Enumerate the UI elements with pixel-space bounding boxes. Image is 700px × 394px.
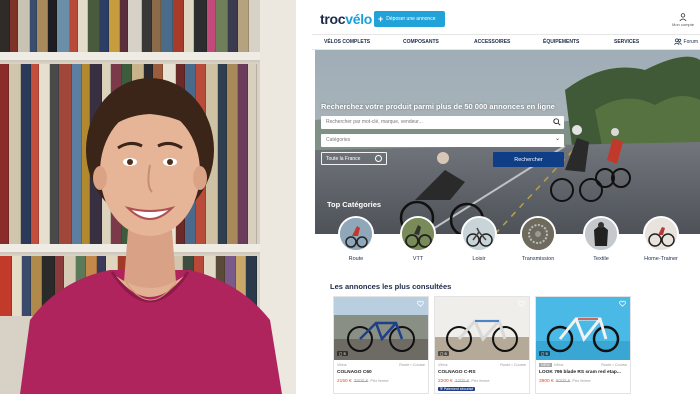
most-viewed-title: Les annonces les plus consultées	[330, 282, 452, 291]
location-target-icon	[375, 155, 382, 162]
category-image	[520, 216, 556, 252]
plus-icon: +	[378, 13, 384, 24]
site-logo[interactable]: trocvélo	[320, 11, 372, 27]
chevron-down-icon: ⌄	[554, 136, 560, 142]
heart-icon[interactable]	[619, 300, 626, 307]
photo-count-badge: ◻ 6	[438, 351, 449, 356]
listing-card[interactable]: ◻ 5 NEW Vélos Route • Course LOOK 795 bla…	[535, 296, 631, 394]
category-textile[interactable]: Textile	[580, 216, 622, 262]
website-screenshot: trocvélo + Déposer une annonce Mon compt…	[312, 0, 700, 394]
category-select[interactable]: Catégories ⌄	[321, 134, 564, 147]
listing-meta: NEW Vélos Route • Course	[539, 363, 627, 367]
site-header: trocvélo + Déposer une annonce Mon compt…	[312, 0, 700, 34]
main-nav: VÉLOS COMPLETS COMPOSANTS ACCESSOIRES ÉQ…	[312, 34, 700, 50]
category-transmission[interactable]: Transmission	[517, 216, 559, 262]
top-categories-title: Top Catégories	[327, 200, 382, 209]
users-icon	[673, 38, 682, 45]
user-icon	[679, 13, 687, 21]
hero-banner: Recherchez votre produit parmi plus de 5…	[315, 50, 700, 234]
search-button[interactable]: Rechercher	[493, 152, 564, 167]
category-image	[461, 216, 497, 252]
category-image	[643, 216, 679, 252]
photo-count-badge: ◻ 5	[539, 351, 550, 356]
category-image	[400, 216, 436, 252]
nav-item-velos-complets[interactable]: VÉLOS COMPLETS	[324, 39, 370, 45]
category-vtt[interactable]: VTT	[397, 216, 439, 262]
shield-icon: ⛨	[440, 387, 443, 391]
new-tag: NEW	[539, 363, 552, 367]
category-image	[583, 216, 619, 252]
listing-image: ◻ 5	[334, 297, 428, 360]
nav-item-accessoires[interactable]: ACCESSOIRES	[474, 39, 510, 45]
listing-meta: Vélos Route • Course	[438, 363, 526, 367]
speaker-photo	[0, 0, 296, 394]
search-input[interactable]: Rechercher par mot-clé, marque, vendeur.…	[321, 116, 564, 129]
forum-link[interactable]: Forum	[673, 38, 698, 45]
listing-title: COLNAGO C-RS	[438, 370, 476, 375]
category-image	[338, 216, 374, 252]
listing-title: COLNAGO C60	[337, 370, 372, 375]
hero-title: Recherchez votre produit parmi plus de 5…	[321, 102, 555, 111]
search-icon	[553, 118, 561, 126]
listing-price: 2200 €3200 € Prix ferme	[438, 378, 490, 384]
listing-image: ◻ 6	[435, 297, 529, 360]
photo-count-badge: ◻ 5	[337, 351, 348, 356]
nav-item-equipements[interactable]: ÉQUIPEMENTS	[543, 39, 579, 45]
category-route[interactable]: Route	[335, 216, 377, 262]
listing-card[interactable]: ◻ 6 Vélos Route • Course COLNAGO C-RS 22…	[434, 296, 530, 394]
nav-item-composants[interactable]: COMPOSANTS	[403, 39, 439, 45]
listing-price: 2150 €3500 € Prix ferme	[337, 378, 389, 384]
category-home-trainer[interactable]: Home-Trainer	[640, 216, 682, 262]
location-input[interactable]: Toute la France	[321, 152, 387, 165]
heart-icon[interactable]	[518, 300, 525, 307]
video-frame: trocvélo + Déposer une annonce Mon compt…	[0, 0, 700, 394]
secure-payment-badge: ⛨ Paiement sécurisé	[438, 387, 476, 391]
heart-icon[interactable]	[417, 300, 424, 307]
listing-image: ◻ 5	[536, 297, 630, 360]
listing-title: LOOK 795 blade RS sram red etap...	[539, 370, 621, 375]
listing-card[interactable]: ◻ 5 Vélos Route • Course COLNAGO C60 215…	[333, 296, 429, 394]
person-illustration	[20, 78, 282, 394]
post-ad-button[interactable]: + Déposer une annonce	[374, 11, 445, 27]
listing-price: 3900 €8000 € Prix ferme	[539, 378, 591, 384]
account-link[interactable]: Mon compte	[668, 13, 698, 27]
category-loisir[interactable]: Loisir	[458, 216, 500, 262]
nav-item-services[interactable]: SERVICES	[614, 39, 639, 45]
listing-meta: Vélos Route • Course	[337, 363, 425, 367]
